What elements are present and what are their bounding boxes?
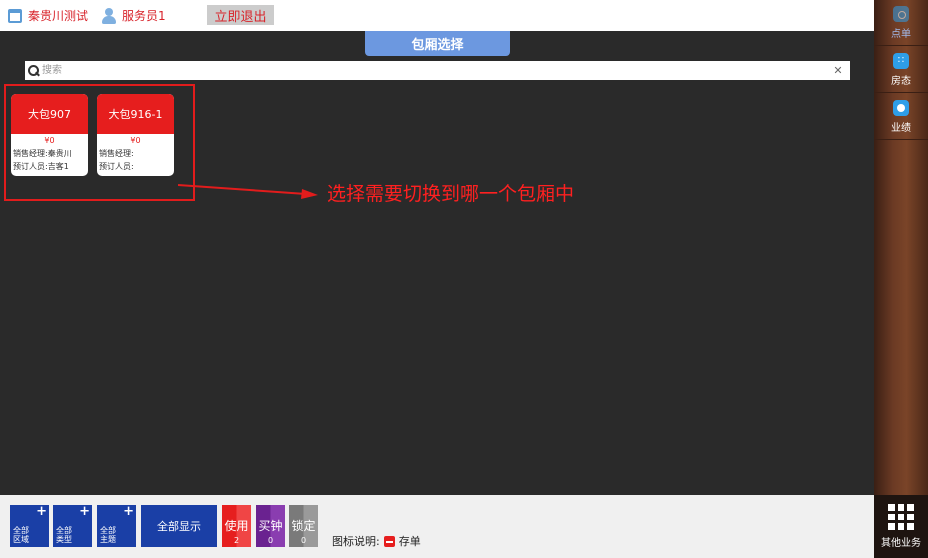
room-select-button[interactable]: 包厢选择 [365,31,510,56]
search-input[interactable] [41,62,830,79]
filter-area-button[interactable]: + 全部 区域 [10,505,49,547]
sidebar-item-label: 业绩 [891,122,911,134]
room-price: ¥0 [130,136,141,145]
room-price: ¥0 [44,136,55,145]
status-count: 0 [300,536,307,545]
sidebar-item-room-status[interactable]: 房态 [874,47,928,93]
room-card-907[interactable]: 大包907 ¥0 销售经理:秦贵川 预订人员:吉客1 [11,94,88,176]
booker-label: 预订人员: [99,162,134,171]
room-manager: 销售经理:秦贵川 [11,147,88,160]
room-name: 大包916-1 [97,94,174,134]
stored-order-icon [383,535,395,547]
apps-grid-icon [888,504,914,530]
room-booker: 预订人员:吉客1 [11,160,88,173]
sidebar-item-label: 房态 [891,75,911,87]
bottom-bar: + 全部 区域 + 全部 类型 + 全部 主题 全部显示 使用 2 买钟 0 锁… [0,495,874,558]
pie-chart-icon [893,99,909,116]
legend-label: 图标说明: [332,535,380,548]
grid-dots-icon [893,52,909,69]
icon-legend: 图标说明: 存单 [332,533,421,549]
filter-label: 全部 区域 [13,526,29,544]
room-manager: 销售经理: [97,147,174,160]
status-count: 0 [267,536,274,545]
room-card-916-1[interactable]: 大包916-1 ¥0 销售经理: 预订人员: [97,94,174,176]
status-label: 锁定 [291,519,316,533]
store-icon [8,8,22,23]
logout-button[interactable]: 立即退出 [207,5,274,25]
search-bar: ✕ [25,61,850,80]
store-name: 秦贵川测试 [28,9,89,23]
other-business-label: 其他业务 [881,538,921,549]
status-count: 2 [233,536,240,545]
manager-label: 销售经理: [99,149,134,158]
sidebar-item-order[interactable]: 点单 [874,0,928,46]
room-list-panel: 包厢选择 ✕ 大包907 ¥0 销售经理:秦贵川 预订人员:吉客1 大包916-… [0,31,874,495]
other-business-button[interactable]: 其他业务 [874,495,928,558]
status-label: 买钟 [258,519,283,533]
plus-icon: + [79,504,90,519]
status-in-use-button[interactable]: 使用 2 [222,505,251,547]
filter-theme-button[interactable]: + 全部 主题 [97,505,136,547]
share-icon [893,5,909,22]
booker-label: 预订人员: [13,162,48,171]
booker-value: 吉客1 [47,162,69,171]
plus-icon: + [123,504,134,519]
store-info: 秦贵川测试 [8,0,88,31]
room-name: 大包907 [11,94,88,134]
right-sidebar: 点单 房态 业绩 其他业务 [874,0,928,558]
user-name: 服务员1 [122,9,166,23]
room-booker: 预订人员: [97,160,174,173]
status-locked-button[interactable]: 锁定 0 [289,505,318,547]
close-icon[interactable]: ✕ [830,64,846,77]
filter-label: 全部 主题 [100,526,116,544]
top-bar: 秦贵川测试 服务员1 立即退出 [0,0,874,31]
user-info: 服务员1 [102,0,166,31]
user-icon [102,7,116,24]
annotation-text: 选择需要切换到哪一个包厢中 [327,183,575,205]
search-icon [27,64,41,78]
filter-label: 全部 类型 [56,526,72,544]
filter-type-button[interactable]: + 全部 类型 [53,505,92,547]
status-label: 使用 [224,519,249,533]
sidebar-item-performance[interactable]: 业绩 [874,94,928,140]
legend-item: 存单 [398,535,421,548]
sidebar-item-label: 点单 [891,28,911,40]
manager-value: 秦贵川 [47,149,72,158]
annotation-arrow [178,184,318,199]
manager-label: 销售经理: [13,149,48,158]
show-all-button[interactable]: 全部显示 [141,505,217,547]
status-buy-time-button[interactable]: 买钟 0 [256,505,285,547]
plus-icon: + [36,504,47,519]
